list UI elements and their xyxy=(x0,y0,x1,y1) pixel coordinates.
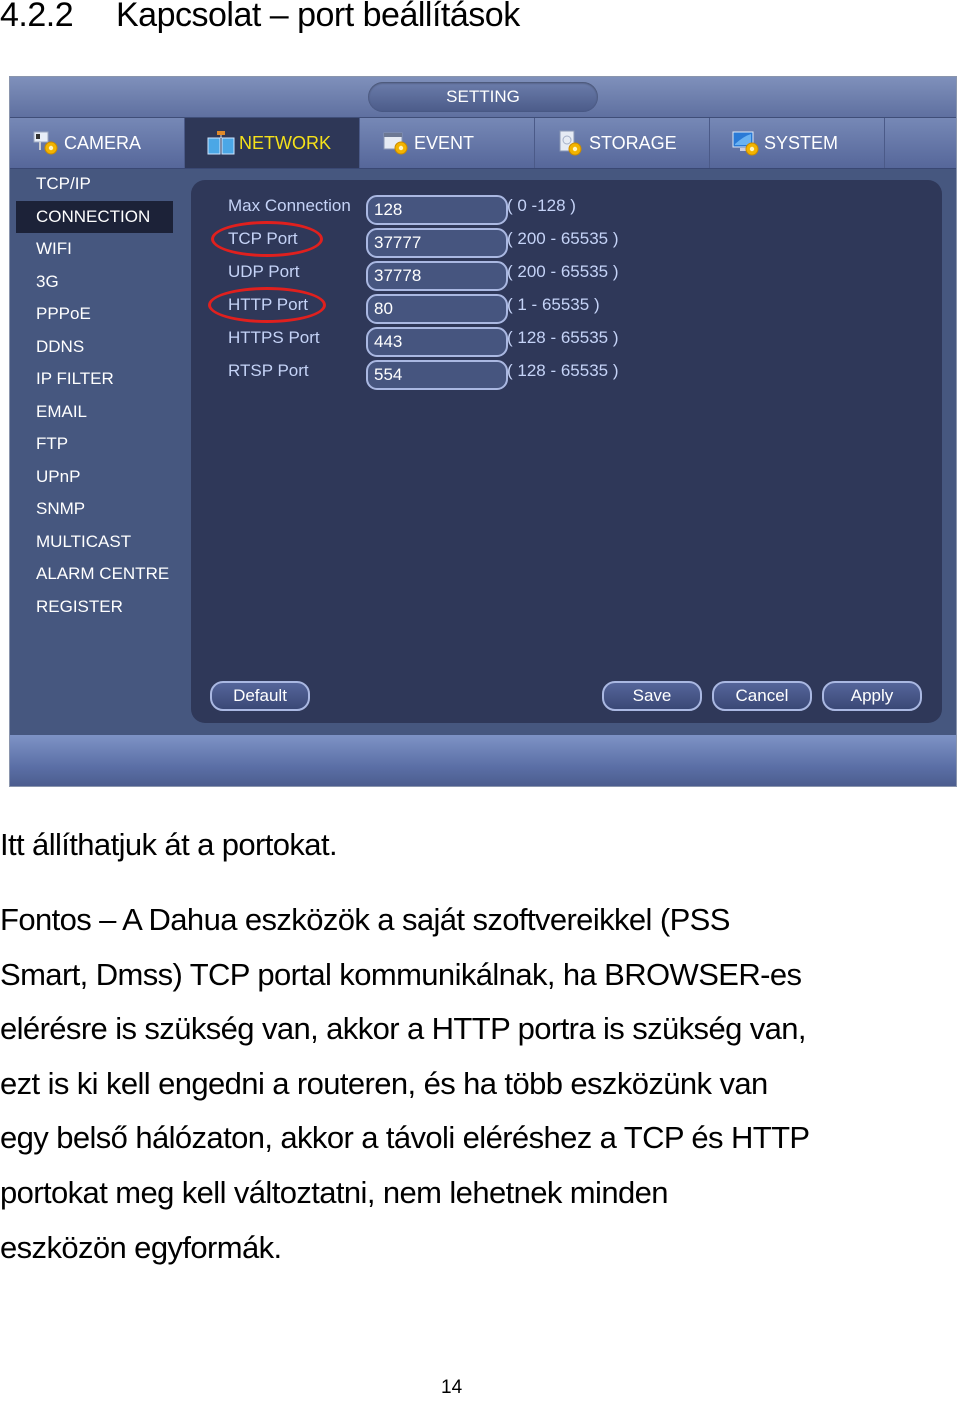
main-tabs: CAMERA NETWORK EVENT STORAGE SYSTEM xyxy=(10,117,956,169)
rtsp-port-input[interactable] xyxy=(366,360,508,390)
sidebar-item-multicast[interactable]: MULTICAST xyxy=(10,526,190,559)
sidebar-item-connection[interactable]: CONNECTION xyxy=(16,200,173,233)
text-line: eszközön egyformák. xyxy=(0,1229,282,1265)
sidebar-item-ip-filter[interactable]: IP FILTER xyxy=(10,363,190,396)
default-button[interactable]: Default xyxy=(210,681,310,711)
text-line: elérésre is szükség van, akkor a HTTP po… xyxy=(0,1011,807,1047)
text-line: ezt is ki kell engedni a routeren, és ha… xyxy=(0,1065,768,1101)
sidebar-item-email[interactable]: EMAIL xyxy=(10,396,190,429)
form-row-https-port: HTTPS Port ( 128 - 65535 ) xyxy=(191,326,942,357)
page-number: 14 xyxy=(441,1377,463,1398)
text-line: portokat meg kell változtatni, nem lehet… xyxy=(0,1174,668,1210)
text-line: Smart, Dmss) TCP portal kommunikálnak, h… xyxy=(0,956,802,992)
network-icon xyxy=(207,130,235,156)
http-port-input[interactable] xyxy=(366,294,508,324)
event-gear-icon xyxy=(382,130,410,156)
sidebar-item-upnp[interactable]: UPnP xyxy=(10,461,190,494)
tcp-port-input[interactable] xyxy=(366,228,508,258)
field-range: ( 200 - 65535 ) xyxy=(507,262,619,281)
storage-gear-icon xyxy=(557,130,585,156)
cancel-button[interactable]: Cancel xyxy=(712,681,812,711)
field-label: Max Connection xyxy=(228,196,351,215)
form-row-tcp-port: TCP Port ( 200 - 65535 ) xyxy=(191,221,942,258)
text-line: Fontos – A Dahua eszközök a saját szoftv… xyxy=(0,902,730,937)
form-row-max-connection: Max Connection ( 0 -128 ) xyxy=(191,194,942,225)
section-title: Kapcsolat – port beállítások xyxy=(116,0,520,34)
section-number: 4.2.2 xyxy=(0,0,74,34)
udp-port-input[interactable] xyxy=(366,261,508,291)
sidebar-item-pppoe[interactable]: PPPoE xyxy=(10,298,190,331)
sidebar-item-ddns[interactable]: DDNS xyxy=(10,331,190,364)
form-row-udp-port: UDP Port ( 200 - 65535 ) xyxy=(191,260,942,291)
field-label: HTTPS Port xyxy=(228,328,320,347)
field-range: ( 128 - 65535 ) xyxy=(507,361,619,380)
field-label: RTSP Port xyxy=(228,361,309,380)
tab-event[interactable]: EVENT xyxy=(360,118,535,168)
sidebar-item-ftp[interactable]: FTP xyxy=(10,428,190,461)
system-monitor-icon xyxy=(732,130,760,156)
tab-network[interactable]: NETWORK xyxy=(185,118,360,168)
network-sidebar: TCP/IP CONNECTION WIFI 3G PPPoE DDNS IP … xyxy=(10,168,190,728)
field-label: HTTP Port xyxy=(228,295,308,314)
field-range: ( 200 - 65535 ) xyxy=(507,229,619,248)
note-paragraph: Fontos – A Dahua eszközök a saját szoftv… xyxy=(0,893,810,1275)
field-range: ( 1 - 65535 ) xyxy=(507,295,600,314)
tab-bar-filler xyxy=(885,118,956,168)
field-range: ( 128 - 65535 ) xyxy=(507,328,619,347)
tab-system[interactable]: SYSTEM xyxy=(710,118,885,168)
tab-label: EVENT xyxy=(414,132,475,153)
save-button[interactable]: Save xyxy=(602,681,702,711)
field-label: TCP Port xyxy=(228,229,298,248)
https-port-input[interactable] xyxy=(366,327,508,357)
tab-label: CAMERA xyxy=(64,132,142,153)
sidebar-item-alarm-centre[interactable]: ALARM CENTRE xyxy=(10,558,190,591)
dvr-settings-screenshot: SETTING CAMERA NETWORK EVENT STORAGE SYS… xyxy=(9,76,957,787)
title-bar: SETTING xyxy=(10,77,956,117)
text-line: egy belső hálózaton, akkor a távoli elér… xyxy=(0,1120,810,1156)
field-range: ( 0 -128 ) xyxy=(507,196,576,215)
tab-storage[interactable]: STORAGE xyxy=(535,118,710,168)
max-connection-input[interactable] xyxy=(366,195,508,225)
sidebar-item-wifi[interactable]: WIFI xyxy=(10,233,190,266)
sidebar-item-3g[interactable]: 3G xyxy=(10,266,190,299)
sidebar-item-register[interactable]: REGISTER xyxy=(10,591,190,624)
apply-button[interactable]: Apply xyxy=(822,681,922,711)
connection-settings-panel: Max Connection ( 0 -128 ) TCP Port ( 200… xyxy=(191,180,942,723)
tab-label: SYSTEM xyxy=(764,132,839,153)
tab-label: STORAGE xyxy=(589,132,677,153)
form-row-http-port: HTTP Port ( 1 - 65535 ) xyxy=(191,287,942,324)
field-label: UDP Port xyxy=(228,262,300,281)
sidebar-item-snmp[interactable]: SNMP xyxy=(10,493,190,526)
sidebar-item-tcpip[interactable]: TCP/IP xyxy=(10,168,190,201)
section-heading: 4.2.2 Kapcsolat – port beállítások xyxy=(0,0,520,35)
tab-camera[interactable]: CAMERA xyxy=(10,118,185,168)
tab-label: NETWORK xyxy=(239,132,331,153)
intro-paragraph: Itt állíthatjuk át a portokat. xyxy=(0,827,338,862)
camera-gear-icon xyxy=(32,130,60,156)
form-row-rtsp-port: RTSP Port ( 128 - 65535 ) xyxy=(191,359,942,390)
bottom-bar xyxy=(10,735,956,786)
window-title: SETTING xyxy=(368,82,598,112)
